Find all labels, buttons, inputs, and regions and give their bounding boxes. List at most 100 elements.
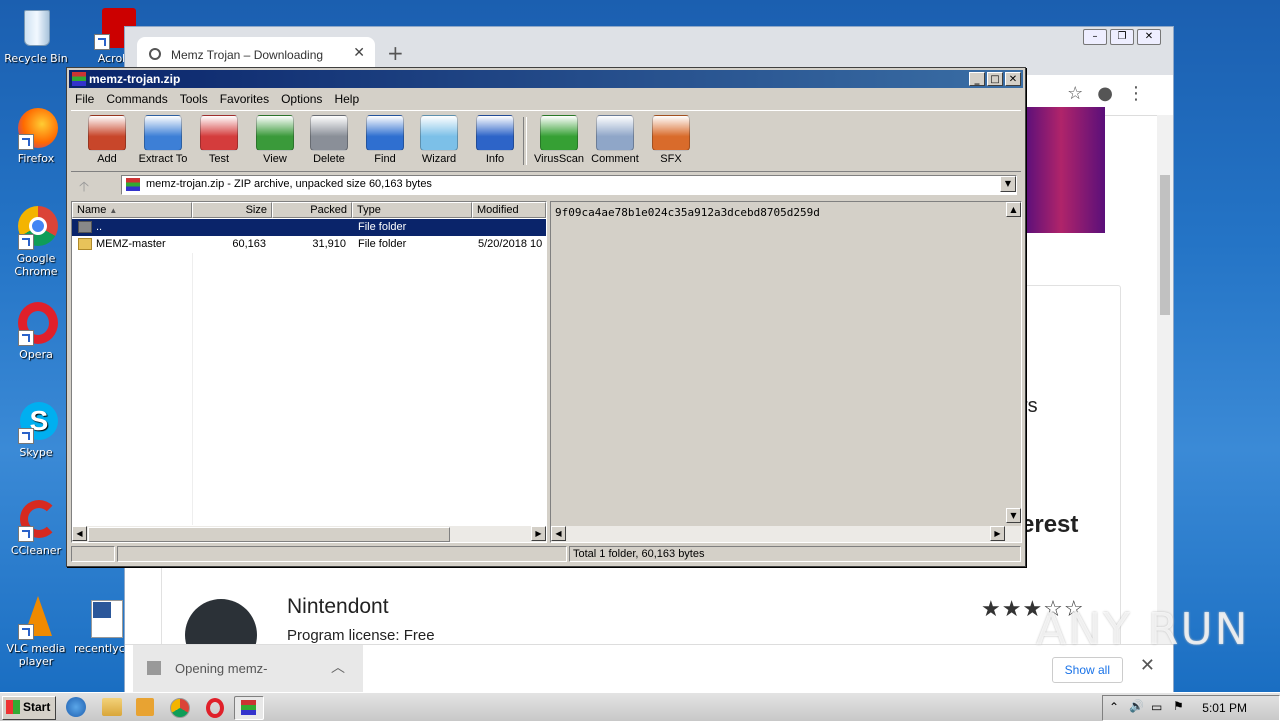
virus-icon <box>540 115 578 151</box>
desktop-icon-firefox[interactable]: Firefox <box>0 106 72 165</box>
desktop-icon-label: Opera <box>19 348 53 361</box>
file-explorer-icon[interactable] <box>102 698 122 716</box>
toolbar-button-label: Add <box>97 153 117 165</box>
show-hidden-icons-icon[interactable]: ⌃ <box>1109 700 1119 714</box>
desktop-icon-skype[interactable]: S Skype <box>0 400 72 459</box>
horizontal-scrollbar[interactable]: ◀ ▶ <box>551 526 1021 542</box>
toolbar-button-test[interactable]: Test <box>191 115 247 165</box>
scroll-left-icon[interactable]: ◀ <box>551 526 566 541</box>
bookmark-star-icon[interactable]: ☆ <box>1067 83 1097 104</box>
menu-commands[interactable]: Commands <box>100 90 173 106</box>
volume-icon[interactable]: 🔊 <box>1129 699 1144 713</box>
scroll-right-icon[interactable]: ▶ <box>531 526 546 541</box>
desktop-icon-recently[interactable]: recentlyc <box>74 596 124 655</box>
wand-icon <box>420 115 458 151</box>
new-tab-button[interactable]: + <box>387 41 404 65</box>
opera-icon <box>14 302 58 346</box>
app-name[interactable]: Nintendont <box>287 595 389 619</box>
desktop-icon-recycle-bin[interactable]: Recycle Bin <box>0 6 72 65</box>
winrar-app-icon <box>241 700 256 715</box>
profile-avatar-icon[interactable]: ● <box>1097 83 1127 104</box>
desktop-icon-google-chrome[interactable]: Google Chrome <box>0 206 72 278</box>
column-label: Name <box>77 204 107 216</box>
drive-key-icons <box>71 546 115 562</box>
scroll-down-icon[interactable]: ▼ <box>1006 508 1021 523</box>
network-icon[interactable]: ▭ <box>1151 700 1162 714</box>
toolbar-button-label: SFX <box>660 153 682 165</box>
desktop-icon-vlc[interactable]: VLC media player <box>0 596 72 668</box>
table-row[interactable]: MEMZ-master 60,163 31,910 File folder 5/… <box>72 236 546 253</box>
menu-kebab-icon[interactable]: ⋮ <box>1127 83 1159 104</box>
maximize-button[interactable]: □ <box>987 72 1003 86</box>
chrome-taskbar-icon[interactable] <box>170 698 190 718</box>
status-panel <box>117 546 567 562</box>
menu-file[interactable]: File <box>69 90 100 106</box>
close-tab-icon[interactable]: ✕ <box>353 45 365 61</box>
toolbar-button-info[interactable]: Info <box>467 115 523 165</box>
app-license: Program license: Free <box>287 627 435 644</box>
winrar-window: memz-trojan.zip _ □ ✕ File Commands Tools Fav… <box>66 67 1026 567</box>
scroll-left-icon[interactable]: ◀ <box>72 526 87 541</box>
minimize-button[interactable]: – <box>1083 29 1107 45</box>
chevron-up-icon[interactable]: ︿ <box>331 657 345 677</box>
minimize-button[interactable]: _ <box>969 72 985 86</box>
close-button[interactable]: ✕ <box>1005 72 1021 86</box>
desktop-icon-label: VLC media player <box>6 642 66 668</box>
close-window-button[interactable]: ✕ <box>1137 29 1161 45</box>
winrar-taskbar-button[interactable] <box>234 696 264 720</box>
internet-explorer-icon[interactable] <box>66 697 86 717</box>
table-row[interactable]: .. File folder <box>72 219 546 236</box>
close-download-bar-icon[interactable]: ✕ <box>1140 655 1155 676</box>
toolbar-button-find[interactable]: Find <box>357 115 413 165</box>
shortcut-arrow-icon <box>18 428 34 444</box>
menu-tools[interactable]: Tools <box>174 90 214 106</box>
system-tray: ⌃ 🔊 ▭ ⚑ 5:01 PM <box>1102 695 1280 721</box>
start-button[interactable]: Start <box>2 696 56 720</box>
column-header-modified[interactable]: Modified <box>472 202 546 218</box>
book-view-icon <box>256 115 294 151</box>
media-player-icon[interactable] <box>136 698 154 716</box>
menu-favorites[interactable]: Favorites <box>214 90 275 106</box>
download-item[interactable]: Opening memz- ︿ <box>133 645 363 693</box>
toolbar-button-label: Test <box>208 153 230 165</box>
column-header-type[interactable]: Type <box>352 202 472 218</box>
cell-size: 60,163 <box>232 238 266 250</box>
action-center-flag-icon[interactable]: ⚑ <box>1173 699 1184 713</box>
clock[interactable]: 5:01 PM <box>1202 701 1247 715</box>
menu-options[interactable]: Options <box>275 90 328 106</box>
column-header-size[interactable]: Size <box>192 202 272 218</box>
scrollbar-thumb[interactable] <box>1160 175 1170 315</box>
desktop-icon-opera[interactable]: Opera <box>0 302 72 361</box>
toolbar-button-label: Comment <box>591 153 639 165</box>
horizontal-scrollbar[interactable]: ◀ ▶ <box>72 526 546 542</box>
archive-file-icon <box>147 661 161 675</box>
show-all-button[interactable]: Show all <box>1051 657 1123 683</box>
path-combobox[interactable]: memz-trojan.zip - ZIP archive, unpacked … <box>121 175 1017 195</box>
scrollbar-thumb[interactable] <box>88 527 450 542</box>
menu-help[interactable]: Help <box>328 90 365 106</box>
column-header-packed[interactable]: Packed <box>272 202 352 218</box>
column-header-name[interactable]: Name ▲ <box>72 202 192 218</box>
cell-type: File folder <box>358 238 407 250</box>
toolbar-button-delete[interactable]: Delete <box>301 115 357 165</box>
toolbar-button-sfx[interactable]: SFX <box>643 115 699 165</box>
desktop-icon-ccleaner[interactable]: CCleaner <box>0 498 72 557</box>
toolbar-button-comment[interactable]: Comment <box>587 115 643 165</box>
opera-taskbar-icon[interactable] <box>206 698 224 718</box>
chrome-window-controls: – ❐ ✕ <box>1080 29 1161 45</box>
tab-title: Memz Trojan – Downloading <box>171 48 324 62</box>
winrar-title-bar[interactable]: memz-trojan.zip _ □ ✕ <box>69 70 1023 88</box>
toolbar-button-extract-to[interactable]: Extract To <box>135 115 191 165</box>
restore-button[interactable]: ❐ <box>1110 29 1134 45</box>
scroll-up-icon[interactable]: ▲ <box>1006 202 1021 217</box>
test-clipboard-icon <box>200 115 238 151</box>
column-label: Size <box>245 204 267 216</box>
toolbar-button-virusscan[interactable]: VirusScan <box>531 115 587 165</box>
comment-icon <box>596 115 634 151</box>
toolbar-button-wizard[interactable]: Wizard <box>411 115 467 165</box>
up-arrow-icon[interactable]: 🡡 <box>79 176 89 200</box>
toolbar-button-view[interactable]: View <box>247 115 303 165</box>
chevron-down-icon[interactable]: ▼ <box>1000 176 1016 192</box>
toolbar-button-add[interactable]: Add <box>79 115 135 165</box>
scroll-right-icon[interactable]: ▶ <box>990 526 1005 541</box>
